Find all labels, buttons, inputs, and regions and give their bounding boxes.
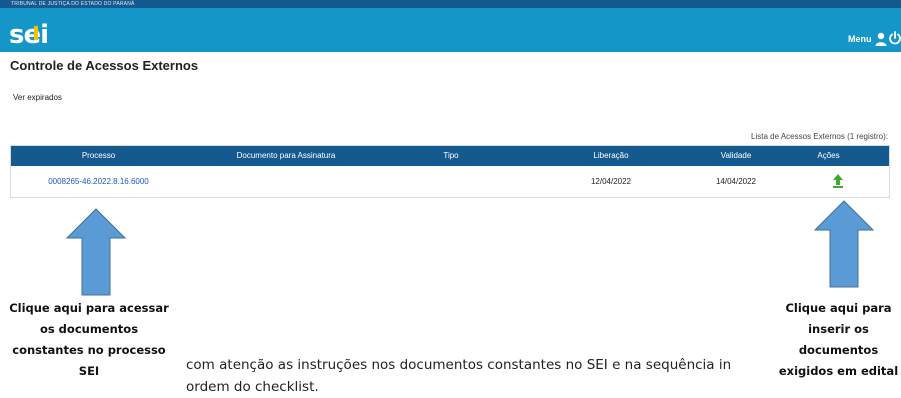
left-annotation-line: constantes no processo xyxy=(12,343,166,357)
power-icon[interactable] xyxy=(888,31,901,45)
left-annotation: Clique aqui para acessar os documentos c… xyxy=(8,298,170,382)
documento-cell xyxy=(186,166,386,197)
table-row: 0008265-46.2022.8.16.6000 12/04/2022 14/… xyxy=(11,166,889,197)
institution-bar: TRIBUNAL DE JUSTIÇA DO ESTADO DO PARANÁ xyxy=(0,0,901,8)
logo-accent-bar xyxy=(34,26,38,40)
column-tipo: Tipo xyxy=(443,151,459,160)
right-annotation-line: inserir os xyxy=(808,322,869,336)
column-validade: Validade xyxy=(720,151,752,160)
institution-name: TRIBUNAL DE JUSTIÇA DO ESTADO DO PARANÁ xyxy=(11,1,135,7)
menu-button[interactable]: Menu xyxy=(848,34,872,44)
column-processo: Processo xyxy=(81,151,116,160)
sei-logo[interactable]: sei xyxy=(9,20,49,50)
app-header: sei Menu xyxy=(0,8,901,52)
ver-expirados-link[interactable]: Ver expirados xyxy=(13,93,62,102)
column-liberacao: Liberação xyxy=(593,151,629,160)
page-title: Controle de Acessos Externos xyxy=(10,58,199,73)
instruction-text: com atenção as instruções nos documentos… xyxy=(186,354,786,398)
right-annotation: Clique aqui para inserir os documentos e… xyxy=(776,298,901,382)
column-documento: Documento para Assinatura xyxy=(236,151,336,160)
tipo-cell xyxy=(386,166,516,197)
right-up-arrow xyxy=(814,200,874,288)
left-annotation-line: Clique aqui para acessar xyxy=(9,301,169,315)
processo-link[interactable]: 0008265-46.2022.8.16.6000 xyxy=(11,166,186,197)
validade-cell: 14/04/2022 xyxy=(715,177,757,186)
upload-icon[interactable] xyxy=(832,174,844,188)
left-annotation-line: os documentos xyxy=(39,322,139,336)
liberacao-cell: 12/04/2022 xyxy=(590,177,632,186)
right-annotation-line: documentos xyxy=(798,343,879,357)
table-caption: Lista de Acessos Externos (1 registro): xyxy=(751,132,888,141)
left-up-arrow xyxy=(66,208,126,296)
instruction-line: ordem do checklist. xyxy=(186,379,319,395)
right-annotation-line: Clique aqui para xyxy=(785,301,892,315)
user-icon[interactable] xyxy=(875,32,887,46)
instruction-line: com atenção as instruções nos documentos… xyxy=(186,357,732,373)
external-access-table: Processo Documento para Assinatura Tipo … xyxy=(10,145,890,198)
left-annotation-line: SEI xyxy=(78,364,100,378)
table-header: Processo Documento para Assinatura Tipo … xyxy=(11,146,889,166)
column-acoes: Ações xyxy=(817,151,840,160)
right-annotation-line: exigidos em edital xyxy=(778,364,899,378)
